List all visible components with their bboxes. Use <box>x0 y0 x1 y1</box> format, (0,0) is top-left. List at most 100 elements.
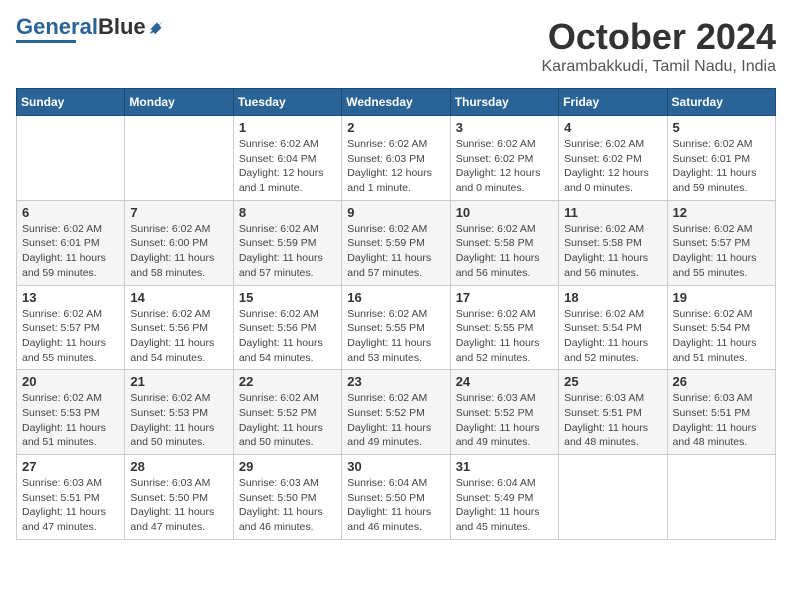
calendar-cell: 28 Sunrise: 6:03 AM Sunset: 5:50 PM Dayli… <box>125 455 233 540</box>
calendar-cell: 18 Sunrise: 6:02 AM Sunset: 5:54 PM Dayli… <box>559 285 667 370</box>
day-info: Sunrise: 6:03 AM Sunset: 5:51 PM Dayligh… <box>22 476 119 535</box>
day-info: Sunrise: 6:04 AM Sunset: 5:50 PM Dayligh… <box>347 476 444 535</box>
logo-underline <box>16 40 76 43</box>
calendar-cell: 11 Sunrise: 6:02 AM Sunset: 5:58 PM Dayli… <box>559 200 667 285</box>
day-number: 21 <box>130 374 227 389</box>
day-info: Sunrise: 6:02 AM Sunset: 5:55 PM Dayligh… <box>347 307 444 366</box>
calendar-cell: 19 Sunrise: 6:02 AM Sunset: 5:54 PM Dayli… <box>667 285 775 370</box>
day-info: Sunrise: 6:04 AM Sunset: 5:49 PM Dayligh… <box>456 476 553 535</box>
weekday-header: Sunday <box>17 89 125 116</box>
calendar-cell: 13Sunrise: 6:02 AM Sunset: 5:57 PM Dayli… <box>17 285 125 370</box>
page-header: GeneralBlue October 2024 Karambakkudi, T… <box>16 16 776 76</box>
calendar-week-row: 1Sunrise: 6:02 AM Sunset: 6:04 PM Daylig… <box>17 116 776 201</box>
calendar-week-row: 20Sunrise: 6:02 AM Sunset: 5:53 PM Dayli… <box>17 370 776 455</box>
day-number: 31 <box>456 459 553 474</box>
day-number: 9 <box>347 205 444 220</box>
day-info: Sunrise: 6:02 AM Sunset: 5:58 PM Dayligh… <box>456 222 553 281</box>
day-number: 17 <box>456 290 553 305</box>
day-number: 22 <box>239 374 336 389</box>
day-number: 15 <box>239 290 336 305</box>
day-info: Sunrise: 6:03 AM Sunset: 5:51 PM Dayligh… <box>673 391 770 450</box>
day-number: 18 <box>564 290 661 305</box>
calendar-cell: 6 Sunrise: 6:02 AM Sunset: 6:01 PM Daylig… <box>17 200 125 285</box>
calendar-cell: 17Sunrise: 6:02 AM Sunset: 5:55 PM Dayli… <box>450 285 558 370</box>
day-info: Sunrise: 6:03 AM Sunset: 5:52 PM Dayligh… <box>456 391 553 450</box>
day-info: Sunrise: 6:02 AM Sunset: 5:59 PM Dayligh… <box>239 222 336 281</box>
day-info: Sunrise: 6:03 AM Sunset: 5:51 PM Dayligh… <box>564 391 661 450</box>
day-info: Sunrise: 6:02 AM Sunset: 5:58 PM Dayligh… <box>564 222 661 281</box>
weekday-header: Wednesday <box>342 89 450 116</box>
day-number: 28 <box>130 459 227 474</box>
day-number: 30 <box>347 459 444 474</box>
day-number: 2 <box>347 120 444 135</box>
calendar-cell: 30 Sunrise: 6:04 AM Sunset: 5:50 PM Dayli… <box>342 455 450 540</box>
calendar-cell: 4Sunrise: 6:02 AM Sunset: 6:02 PM Daylig… <box>559 116 667 201</box>
day-info: Sunrise: 6:02 AM Sunset: 6:02 PM Dayligh… <box>456 137 553 196</box>
day-number: 10 <box>456 205 553 220</box>
title-section: October 2024 Karambakkudi, Tamil Nadu, I… <box>542 16 777 76</box>
day-number: 3 <box>456 120 553 135</box>
day-info: Sunrise: 6:02 AM Sunset: 5:52 PM Dayligh… <box>239 391 336 450</box>
logo-part1: General <box>16 14 98 39</box>
day-number: 24 <box>456 374 553 389</box>
calendar-cell: 10 Sunrise: 6:02 AM Sunset: 5:58 PM Dayli… <box>450 200 558 285</box>
calendar-cell: 15 Sunrise: 6:02 AM Sunset: 5:56 PM Dayli… <box>233 285 341 370</box>
day-info: Sunrise: 6:02 AM Sunset: 5:52 PM Dayligh… <box>347 391 444 450</box>
day-info: Sunrise: 6:02 AM Sunset: 6:01 PM Dayligh… <box>673 137 770 196</box>
calendar-cell: 24 Sunrise: 6:03 AM Sunset: 5:52 PM Dayli… <box>450 370 558 455</box>
calendar-cell: 14Sunrise: 6:02 AM Sunset: 5:56 PM Dayli… <box>125 285 233 370</box>
day-number: 26 <box>673 374 770 389</box>
day-number: 12 <box>673 205 770 220</box>
calendar-cell: 16 Sunrise: 6:02 AM Sunset: 5:55 PM Dayli… <box>342 285 450 370</box>
day-number: 7 <box>130 205 227 220</box>
day-info: Sunrise: 6:02 AM Sunset: 5:53 PM Dayligh… <box>22 391 119 450</box>
calendar-cell: 3 Sunrise: 6:02 AM Sunset: 6:02 PM Daylig… <box>450 116 558 201</box>
day-number: 29 <box>239 459 336 474</box>
calendar-table: SundayMondayTuesdayWednesdayThursdayFrid… <box>16 88 776 540</box>
calendar-cell: 27 Sunrise: 6:03 AM Sunset: 5:51 PM Dayli… <box>17 455 125 540</box>
day-info: Sunrise: 6:02 AM Sunset: 6:04 PM Dayligh… <box>239 137 336 196</box>
calendar-cell: 5Sunrise: 6:02 AM Sunset: 6:01 PM Daylig… <box>667 116 775 201</box>
day-info: Sunrise: 6:02 AM Sunset: 6:03 PM Dayligh… <box>347 137 444 196</box>
day-number: 19 <box>673 290 770 305</box>
calendar-week-row: 6 Sunrise: 6:02 AM Sunset: 6:01 PM Daylig… <box>17 200 776 285</box>
day-number: 14 <box>130 290 227 305</box>
calendar-week-row: 27 Sunrise: 6:03 AM Sunset: 5:51 PM Dayli… <box>17 455 776 540</box>
day-number: 6 <box>22 205 119 220</box>
day-info: Sunrise: 6:02 AM Sunset: 5:54 PM Dayligh… <box>673 307 770 366</box>
weekday-header: Tuesday <box>233 89 341 116</box>
calendar-header-row: SundayMondayTuesdayWednesdayThursdayFrid… <box>17 89 776 116</box>
day-info: Sunrise: 6:02 AM Sunset: 6:01 PM Dayligh… <box>22 222 119 281</box>
calendar-cell: 12 Sunrise: 6:02 AM Sunset: 5:57 PM Dayli… <box>667 200 775 285</box>
calendar-cell: 22 Sunrise: 6:02 AM Sunset: 5:52 PM Dayli… <box>233 370 341 455</box>
weekday-header: Saturday <box>667 89 775 116</box>
calendar-cell: 9Sunrise: 6:02 AM Sunset: 5:59 PM Daylig… <box>342 200 450 285</box>
location: Karambakkudi, Tamil Nadu, India <box>542 58 777 76</box>
calendar-cell: 2 Sunrise: 6:02 AM Sunset: 6:03 PM Daylig… <box>342 116 450 201</box>
day-info: Sunrise: 6:02 AM Sunset: 5:53 PM Dayligh… <box>130 391 227 450</box>
calendar-cell: 26 Sunrise: 6:03 AM Sunset: 5:51 PM Dayli… <box>667 370 775 455</box>
calendar-cell <box>559 455 667 540</box>
month-title: October 2024 <box>542 16 777 58</box>
calendar-cell: 23 Sunrise: 6:02 AM Sunset: 5:52 PM Dayli… <box>342 370 450 455</box>
logo-text: GeneralBlue <box>16 16 146 38</box>
day-number: 27 <box>22 459 119 474</box>
calendar-cell: 31 Sunrise: 6:04 AM Sunset: 5:49 PM Dayli… <box>450 455 558 540</box>
calendar-cell <box>125 116 233 201</box>
day-info: Sunrise: 6:03 AM Sunset: 5:50 PM Dayligh… <box>130 476 227 535</box>
day-info: Sunrise: 6:02 AM Sunset: 5:57 PM Dayligh… <box>673 222 770 281</box>
day-number: 16 <box>347 290 444 305</box>
day-number: 23 <box>347 374 444 389</box>
calendar-cell: 29Sunrise: 6:03 AM Sunset: 5:50 PM Dayli… <box>233 455 341 540</box>
day-number: 11 <box>564 205 661 220</box>
calendar-cell: 20Sunrise: 6:02 AM Sunset: 5:53 PM Dayli… <box>17 370 125 455</box>
calendar-cell <box>17 116 125 201</box>
day-info: Sunrise: 6:02 AM Sunset: 5:54 PM Dayligh… <box>564 307 661 366</box>
day-info: Sunrise: 6:02 AM Sunset: 5:56 PM Dayligh… <box>239 307 336 366</box>
day-info: Sunrise: 6:02 AM Sunset: 5:57 PM Dayligh… <box>22 307 119 366</box>
logo-part2: Blue <box>98 14 146 39</box>
day-number: 25 <box>564 374 661 389</box>
day-number: 8 <box>239 205 336 220</box>
weekday-header: Monday <box>125 89 233 116</box>
calendar-cell: 7Sunrise: 6:02 AM Sunset: 6:00 PM Daylig… <box>125 200 233 285</box>
